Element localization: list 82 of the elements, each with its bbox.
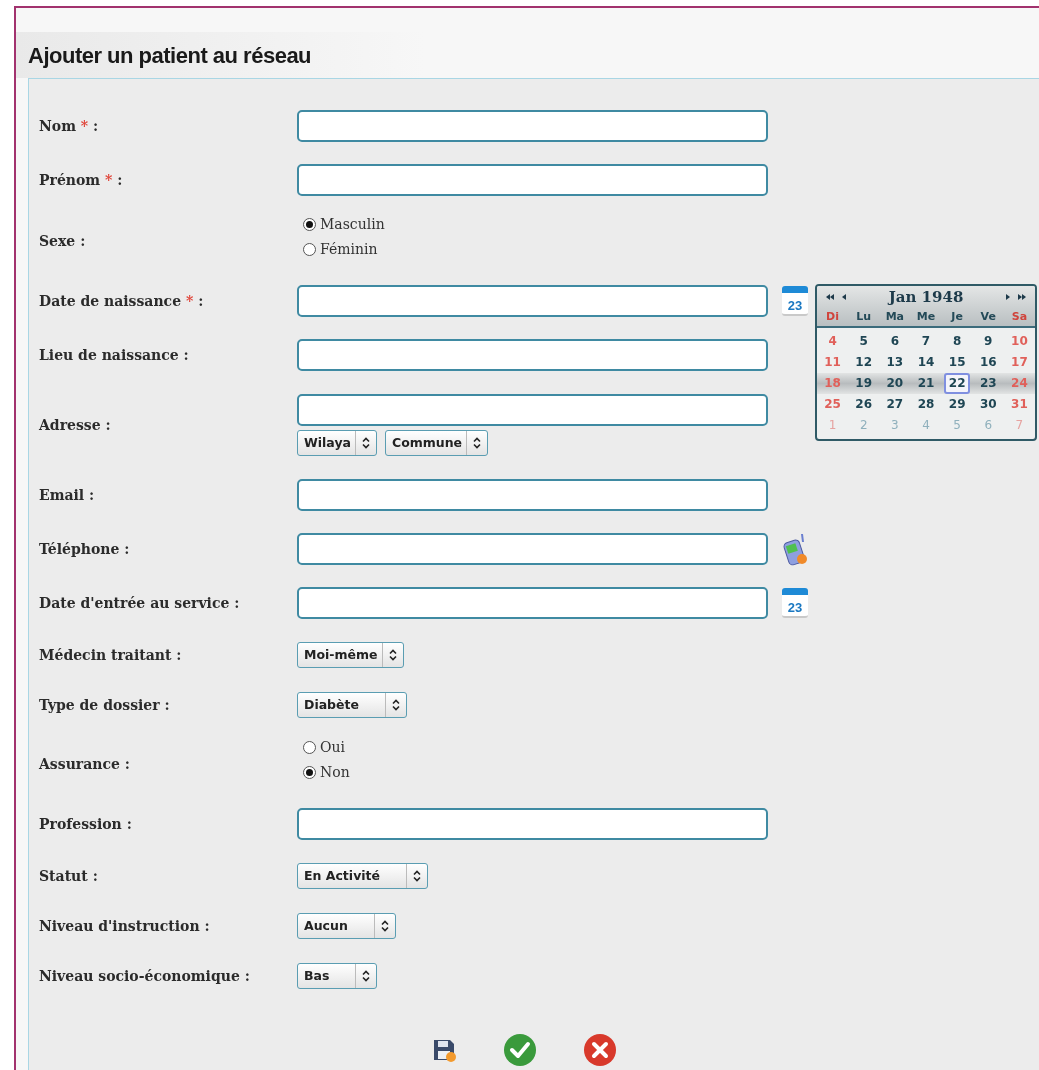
calendar-day[interactable]: 26 [850, 394, 878, 415]
text-field[interactable] [297, 339, 768, 371]
field-label: Niveau socio-économique : [39, 968, 250, 984]
field-label: Prénom * : [39, 172, 123, 188]
calendar-day[interactable]: 30 [974, 394, 1002, 415]
field-label: Type de dossier : [39, 697, 170, 713]
updown-icon [413, 870, 422, 882]
calendar-day[interactable]: 20 [881, 373, 909, 394]
save-icon[interactable] [431, 1037, 457, 1063]
calendar-day[interactable]: 9 [979, 331, 998, 352]
calendar-day[interactable]: 23 [974, 373, 1002, 394]
dropdown[interactable]: Moi-même [297, 642, 404, 668]
first-page-icon[interactable] [825, 293, 835, 301]
field-label: Téléphone : [39, 541, 130, 557]
weekday-header: Di [825, 308, 840, 325]
last-page-icon[interactable] [1017, 293, 1027, 301]
calendar-day[interactable]: 21 [912, 373, 940, 394]
text-field[interactable] [297, 285, 768, 317]
calendar-day[interactable]: 6 [885, 331, 905, 352]
text-field[interactable] [297, 808, 768, 840]
field-label: Assurance : [39, 755, 130, 772]
weekday-header: Sa [1010, 308, 1029, 325]
updown-icon [362, 970, 371, 982]
field-label: Lieu de naissance : [39, 347, 189, 363]
calendar-day[interactable]: 16 [974, 352, 1002, 373]
dropdown[interactable]: Commune [385, 430, 489, 456]
text-field[interactable] [297, 479, 768, 511]
weekday-header: Lu [855, 308, 873, 325]
dropdown[interactable]: Diabète [297, 692, 407, 718]
dropdown[interactable]: Bas [297, 963, 378, 989]
calendar-month: Jan 1948 [886, 286, 965, 308]
weekday-header: Je [949, 308, 964, 325]
calendar-day[interactable]: 8 [947, 331, 967, 352]
dropdown[interactable]: Aucun [297, 913, 396, 939]
next-icon[interactable] [1005, 293, 1011, 301]
calendar-day[interactable]: 15 [943, 352, 971, 373]
text-field[interactable] [297, 164, 768, 196]
dropdown[interactable]: En Activité [297, 863, 429, 889]
field-label: Médecin traitant : [39, 647, 182, 663]
text-field[interactable] [297, 587, 768, 619]
text-field[interactable] [297, 394, 768, 426]
page-title: Ajouter un patient au réseau [28, 41, 312, 70]
radio-option[interactable]: Féminin [303, 236, 385, 262]
calendar-day[interactable]: 27 [881, 394, 909, 415]
weekday-header: Ve [979, 308, 997, 325]
text-field[interactable] [297, 533, 768, 565]
field-label: Statut : [39, 868, 98, 884]
updown-icon [473, 437, 482, 449]
previous-icon[interactable] [841, 293, 847, 301]
calendar-day[interactable]: 14 [912, 352, 940, 373]
field-label: Email : [39, 487, 95, 503]
calendar-day[interactable]: 7 [916, 331, 936, 352]
field-label: Date de naissance * : [39, 293, 204, 309]
updown-icon [388, 649, 397, 661]
radio-option[interactable]: Non [303, 759, 350, 785]
dropdown[interactable]: Wilaya [297, 430, 377, 456]
calendar-day[interactable]: 12 [850, 352, 878, 373]
field-label: Profession : [39, 816, 132, 832]
calendar-day[interactable]: 19 [850, 373, 878, 394]
field-label: Sexe : [39, 232, 86, 249]
updown-icon [380, 920, 389, 932]
mobile-phone-icon[interactable] [782, 532, 810, 566]
radio-option[interactable]: Oui [303, 734, 350, 760]
text-field[interactable] [297, 110, 768, 142]
weekday-header: Me [915, 308, 937, 325]
calendar-day[interactable]: 13 [881, 352, 909, 373]
calendar-day[interactable]: 22 [943, 373, 971, 394]
calendar-day[interactable]: 29 [943, 394, 971, 415]
field-label: Adresse : [39, 417, 111, 433]
field-label: Niveau d'instruction : [39, 918, 210, 934]
radio-option[interactable]: Masculin [303, 211, 385, 237]
updown-icon [362, 437, 370, 449]
calendar-day[interactable]: 28 [912, 394, 940, 415]
field-label: Date d'entrée au service : [39, 595, 240, 611]
calendar-day[interactable]: 5 [854, 331, 873, 352]
updown-icon [392, 699, 400, 711]
calendar-button[interactable]: 23 [782, 286, 808, 316]
calendar-button[interactable]: 23 [782, 588, 808, 618]
checkmark-icon[interactable] [503, 1033, 537, 1067]
weekday-header: Ma [884, 308, 906, 325]
field-label: Nom * : [39, 118, 99, 134]
close-icon[interactable] [583, 1033, 617, 1067]
